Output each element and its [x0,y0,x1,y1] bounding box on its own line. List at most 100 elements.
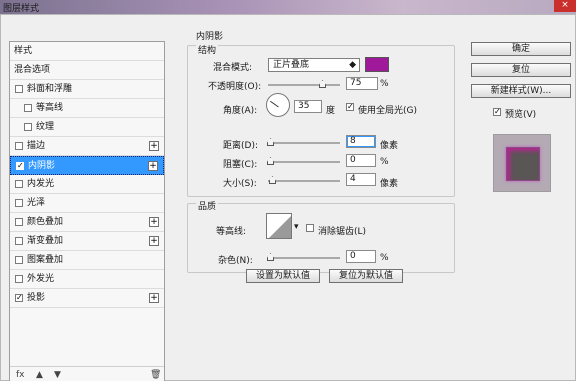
style-list-item[interactable]: 内发光 [10,175,164,194]
style-list-item-label: 渐变叠加 [27,236,64,246]
distance-input[interactable]: 8 [346,135,376,148]
size-slider[interactable] [268,176,340,184]
reset-button[interactable]: 复位 [471,63,571,77]
global-light-checkbox[interactable]: ✓ [346,103,354,111]
style-list-toolbar: fx ▲ ▼ 🗑 [10,366,164,381]
size-slider-thumb[interactable] [269,176,276,184]
add-style-icon[interactable]: + [149,236,159,246]
action-panel: 确定 复位 新建样式(W)... ✓ 预览(V) [469,29,573,269]
opacity-input[interactable]: 75 [346,77,378,90]
style-list-item[interactable]: 混合选项 [10,61,164,80]
style-list-item-label: 图案叠加 [27,255,64,265]
noise-slider-thumb[interactable] [267,253,274,261]
fx-icon[interactable]: fx [16,370,25,380]
contour-chevron-icon[interactable]: ▾ [294,222,299,232]
section-title: 内阴影 [196,32,224,42]
window-title: 图层样式 [3,4,40,14]
move-up-icon[interactable]: ▲ [36,370,43,380]
style-list-item-label: 内发光 [27,179,55,189]
title-bar: 图层样式 × [0,0,576,14]
style-checkbox[interactable] [15,199,23,207]
distance-unit: 像素 [380,141,399,151]
settings-area: 内阴影 结构 混合模式: 正片叠底 ◆ 不透明度(O): 75 % 角度(A):… [184,29,455,381]
angle-label: 角度(A): [223,106,258,116]
preview-checkbox[interactable]: ✓ [493,108,501,116]
set-default-button[interactable]: 设置为默认值 [246,269,320,283]
choke-slider[interactable] [267,157,340,165]
style-checkbox[interactable]: ✓ [16,162,24,170]
style-list-item-label: 等高线 [36,103,64,113]
style-list-item-label: 内阴影 [28,161,56,171]
style-list-item[interactable]: 描边 + [10,137,164,156]
contour-curve-icon [269,216,291,238]
shadow-color-swatch[interactable] [365,57,389,72]
preview-label: 预览(V) [505,110,537,120]
distance-slider[interactable] [267,138,340,146]
add-style-icon[interactable]: + [148,161,158,171]
opacity-label: 不透明度(O): [208,82,262,92]
choke-input[interactable]: 0 [346,154,376,167]
antialias-checkbox[interactable] [306,224,314,232]
style-checkbox[interactable] [15,85,23,93]
style-list-item[interactable]: 图案叠加 [10,251,164,270]
choke-slider-thumb[interactable] [267,157,274,165]
structure-panel: 结构 混合模式: 正片叠底 ◆ 不透明度(O): 75 % 角度(A): 35 … [187,43,455,197]
ok-button[interactable]: 确定 [471,42,571,56]
style-list-item-label: 颜色叠加 [27,217,64,227]
style-list: 样式混合选项斜面和浮雕等高线纹理描边 + ✓ 内阴影 + 内发光光泽颜色叠加 + 渐变叠加 + 图… [9,41,165,381]
style-list-item[interactable]: 等高线 [10,99,164,118]
angle-dial-needle [270,100,279,108]
style-checkbox[interactable] [15,275,23,283]
size-input[interactable]: 4 [346,173,376,186]
close-button[interactable]: × [554,0,576,12]
style-checkbox[interactable] [15,142,23,150]
style-list-item[interactable]: 纹理 [10,118,164,137]
add-style-icon[interactable]: + [149,217,159,227]
style-checkbox[interactable] [24,123,32,131]
trash-icon[interactable]: 🗑 [150,370,161,380]
style-list-item[interactable]: 外发光 [10,270,164,289]
style-list-item[interactable]: ✓ 内阴影 + [10,156,164,175]
noise-label: 杂色(N): [218,256,253,266]
opacity-slider[interactable] [268,80,340,88]
new-style-button[interactable]: 新建样式(W)... [471,84,571,98]
style-list-item-label: 样式 [14,46,33,56]
style-checkbox[interactable] [15,180,23,188]
style-checkbox[interactable] [15,237,23,245]
style-checkbox[interactable] [15,256,23,264]
noise-unit: % [380,253,389,263]
blend-mode-select[interactable]: 正片叠底 ◆ [268,58,360,72]
style-checkbox[interactable] [15,218,23,226]
noise-slider[interactable] [267,253,340,261]
style-checkbox[interactable] [24,104,32,112]
style-list-item-label: 纹理 [36,122,55,132]
opacity-slider-thumb[interactable] [319,80,326,88]
move-down-icon[interactable]: ▼ [54,370,61,380]
quality-title: 品质 [196,199,219,212]
style-list-item[interactable]: 颜色叠加 + [10,213,164,232]
reset-default-button[interactable]: 复位为默认值 [329,269,403,283]
style-list-item-label: 投影 [27,293,46,303]
blend-mode-value: 正片叠底 [273,60,310,70]
style-list-item[interactable]: 光泽 [10,194,164,213]
angle-dial[interactable] [266,93,290,117]
add-style-icon[interactable]: + [149,293,159,303]
style-preview [493,134,551,192]
global-light-label: 使用全局光(G) [358,106,417,116]
size-unit: 像素 [380,179,399,189]
style-list-item[interactable]: 渐变叠加 + [10,232,164,251]
antialias-label: 消除锯齿(L) [318,227,367,237]
add-style-icon[interactable]: + [149,141,159,151]
style-checkbox[interactable]: ✓ [15,294,23,302]
distance-slider-thumb[interactable] [267,138,274,146]
style-list-item[interactable]: 样式 [10,42,164,61]
angle-input[interactable]: 35 [294,100,322,113]
style-list-item-label: 混合选项 [14,65,51,75]
style-list-item-label: 光泽 [27,198,46,208]
noise-input[interactable]: 0 [346,250,376,263]
style-list-item[interactable]: 斜面和浮雕 [10,80,164,99]
style-list-item[interactable]: ✓ 投影 + [10,289,164,308]
opacity-unit: % [380,79,389,89]
preview-swatch [506,147,540,181]
contour-picker[interactable] [266,213,292,239]
